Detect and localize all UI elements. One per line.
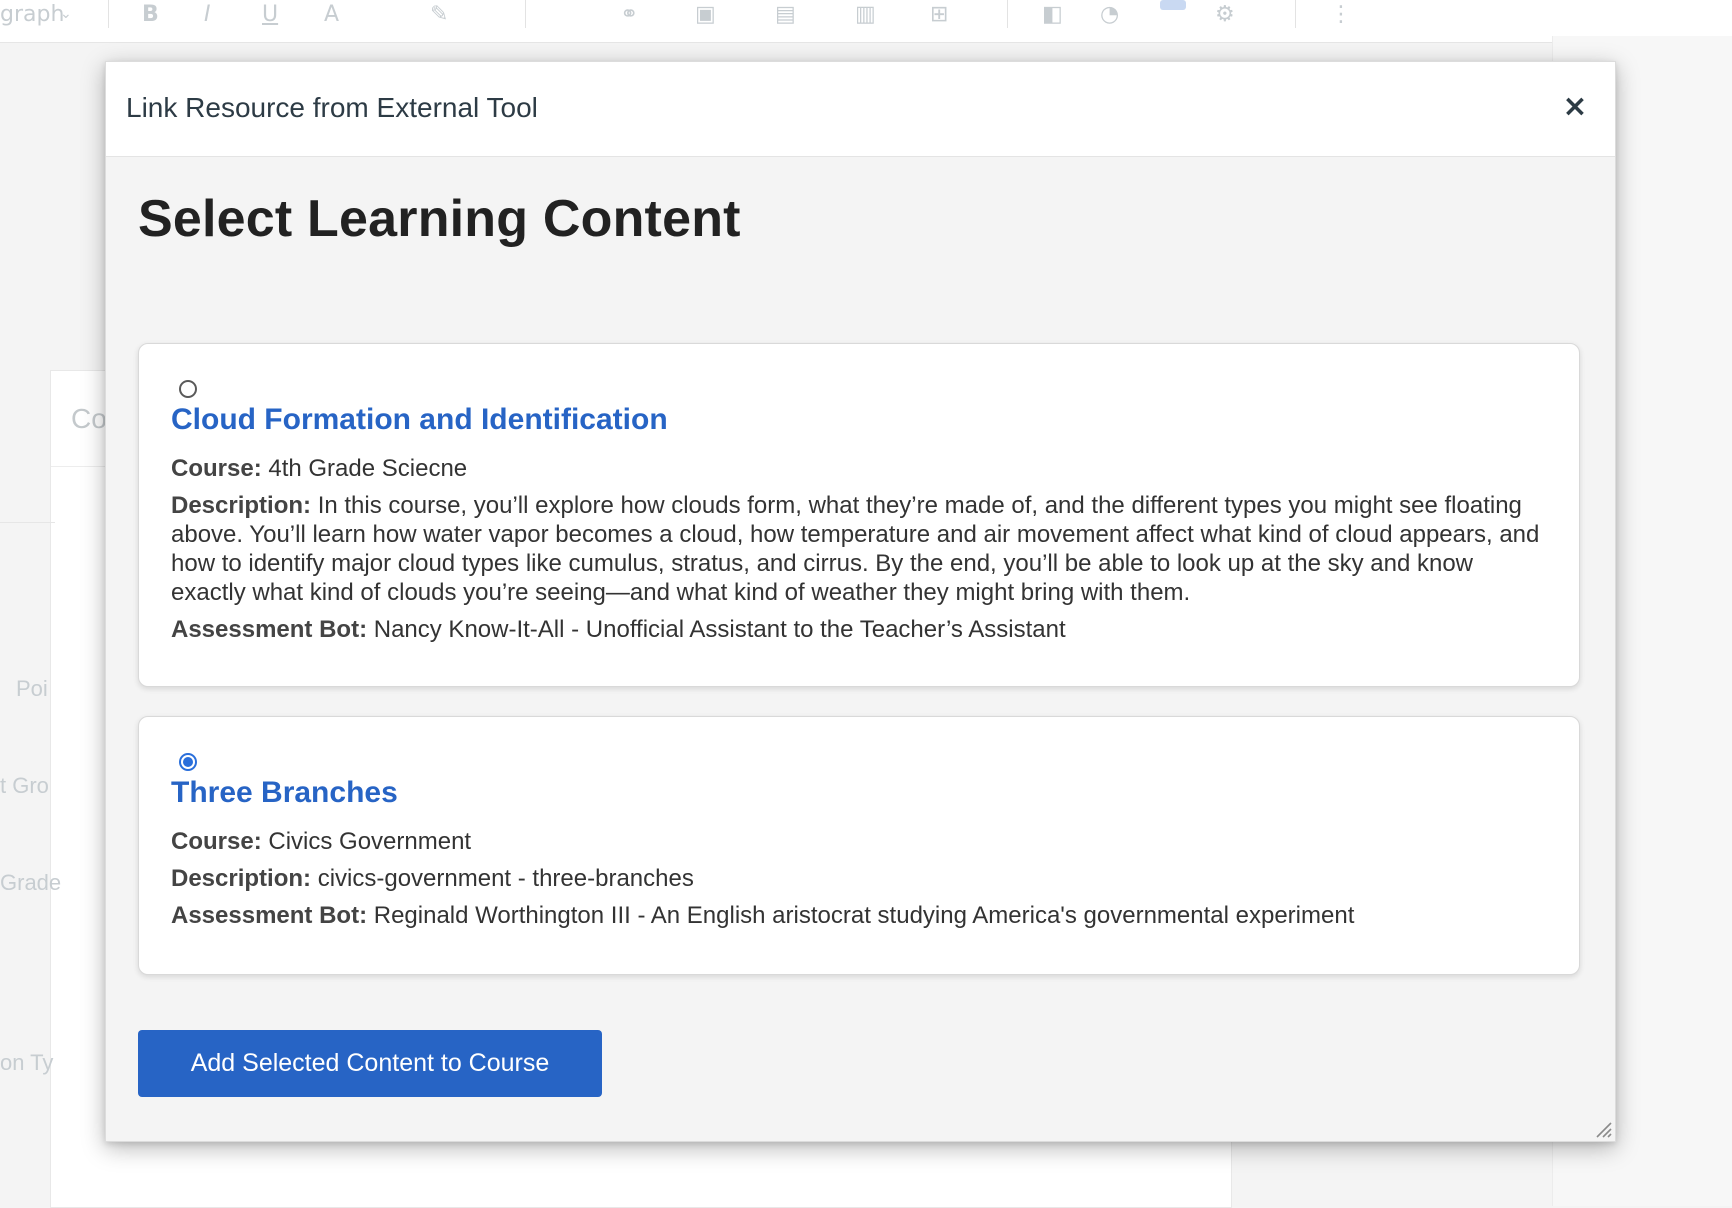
image-icon[interactable]: ▣ xyxy=(695,2,716,27)
app-icon[interactable]: ◧ xyxy=(1042,2,1063,27)
description-label: Description: xyxy=(171,492,312,519)
tool-icon[interactable] xyxy=(1160,0,1186,10)
assessment-bot-value: Reginald Worthington III - An English ar… xyxy=(373,902,1355,929)
toolbar-paragraph-select[interactable]: graph xyxy=(0,2,64,27)
assessment-bot-label: Assessment Bot: xyxy=(171,616,368,643)
description-label: Description: xyxy=(171,865,312,892)
bold-icon[interactable]: B xyxy=(142,2,159,27)
add-selected-content-button[interactable]: Add Selected Content to Course xyxy=(138,1030,602,1097)
background-label-type: on Ty xyxy=(0,1050,54,1075)
background-label-group: t Gro xyxy=(0,773,49,798)
link-icon[interactable]: ⚭ xyxy=(620,2,638,27)
description-value: In this course, you’ll explore how cloud… xyxy=(171,492,1540,606)
content-card[interactable]: Three Branches Course: Civics Government… xyxy=(138,716,1580,975)
course-field: Course: Civics Government xyxy=(171,827,1547,856)
background-label-points: Poi xyxy=(16,676,48,701)
editor-toolbar: graph ⌄ B I U A ✎ ⚭ ▣ ▤ ▥ ⊞ ◧ ◔ ⚙ ⋮ xyxy=(0,0,1732,43)
content-radio-three-branches[interactable] xyxy=(179,753,197,771)
underline-icon[interactable]: U xyxy=(262,2,278,27)
toolbar-divider xyxy=(1295,0,1296,28)
description-field: Description: In this course, you’ll expl… xyxy=(171,491,1547,607)
description-value: civics-government - three-branches xyxy=(317,865,694,892)
content-radio-cloud-formation[interactable] xyxy=(179,380,197,398)
course-value: Civics Government xyxy=(268,828,472,855)
more-icon[interactable]: ⋮ xyxy=(1330,2,1352,27)
document-icon[interactable]: ▥ xyxy=(855,2,876,27)
assessment-bot-value: Nancy Know-It-All - Unofficial Assistant… xyxy=(373,616,1066,643)
highlight-icon[interactable]: ✎ xyxy=(430,2,448,27)
link-resource-modal: Link Resource from External Tool × Selec… xyxy=(105,61,1616,1142)
content-title[interactable]: Three Branches xyxy=(171,773,1547,813)
content-card[interactable]: Cloud Formation and Identification Cours… xyxy=(138,343,1580,687)
chevron-down-icon[interactable]: ⌄ xyxy=(60,6,72,22)
background-panel-title: Co xyxy=(71,403,107,434)
course-label: Course: xyxy=(171,455,262,482)
assessment-bot-field: Assessment Bot: Nancy Know-It-All - Unof… xyxy=(171,615,1547,644)
italic-icon[interactable]: I xyxy=(204,2,211,27)
assessment-bot-label: Assessment Bot: xyxy=(171,902,368,929)
close-icon[interactable]: × xyxy=(1555,86,1595,126)
course-value: 4th Grade Sciecne xyxy=(268,455,468,482)
media-icon[interactable]: ▤ xyxy=(775,2,796,27)
apps-icon[interactable]: ◔ xyxy=(1100,2,1119,27)
modal-title: Link Resource from External Tool xyxy=(126,92,538,123)
modal-header: Link Resource from External Tool × xyxy=(106,62,1615,157)
content-title[interactable]: Cloud Formation and Identification xyxy=(171,400,1547,440)
toolbar-divider xyxy=(525,0,526,28)
toolbar-divider xyxy=(1007,0,1008,28)
text-color-icon[interactable]: A xyxy=(324,2,339,27)
page-title: Select Learning Content xyxy=(138,190,741,248)
add-icon[interactable]: ⊞ xyxy=(930,2,948,27)
background-divider xyxy=(0,522,55,523)
course-label: Course: xyxy=(171,828,262,855)
modal-body: Select Learning Content Cloud Formation … xyxy=(106,157,1615,1141)
background-label-grade: Grade xyxy=(0,870,62,895)
course-field: Course: 4th Grade Sciecne xyxy=(171,454,1547,483)
assessment-bot-field: Assessment Bot: Reginald Worthington III… xyxy=(171,901,1547,930)
description-field: Description: civics-government - three-b… xyxy=(171,864,1547,893)
resize-handle-icon[interactable] xyxy=(1591,1117,1613,1139)
plugin-icon[interactable]: ⚙ xyxy=(1215,2,1235,27)
toolbar-divider xyxy=(108,0,109,28)
